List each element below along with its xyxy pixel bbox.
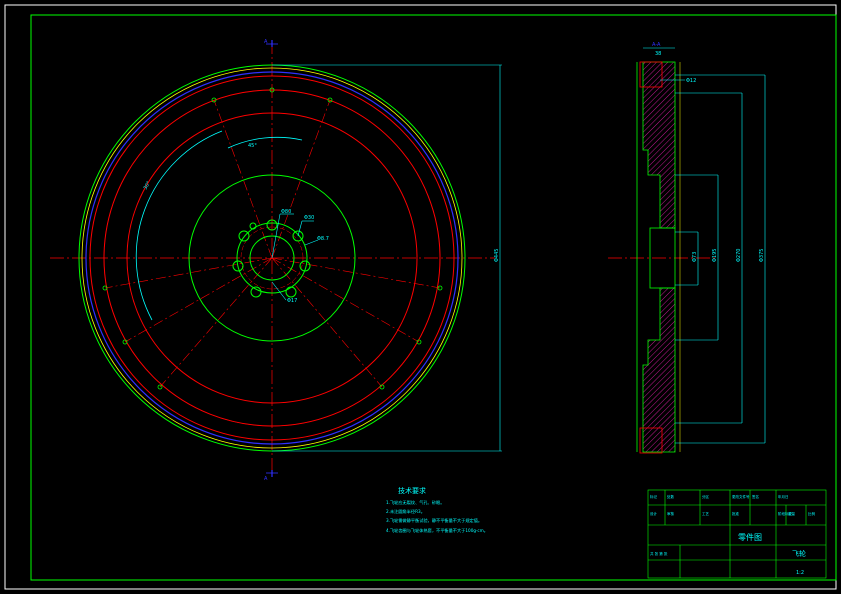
dim-side-d1: Φ73 [692,252,698,262]
drawing-title: 零件图 [738,532,762,542]
cad-drawing: 45° 30° Φ80 Φ30 Φ8.7 Φ17 A A Φ445 A-A 38… [4,4,837,590]
front-view: 45° 30° Φ80 Φ30 Φ8.7 Φ17 A A Φ445 [50,39,502,482]
svg-text:分区: 分区 [702,494,710,499]
svg-text:重量: 重量 [788,511,796,516]
angle-arc-inner [227,136,303,149]
dim-hole-pcd: Φ80 [281,209,291,215]
section-mark-top: A [264,39,278,47]
svg-text:共 张 第 张: 共 张 第 张 [650,551,668,556]
note-line-2: 2.未注圆角半径R3。 [386,508,425,515]
section-mark-bottom: A [264,470,278,482]
svg-text:A: A [264,476,268,482]
dim-top-hole: Φ12 [686,78,696,84]
dim-hole-c: Φ17 [287,298,297,304]
technical-notes: 技术要求 1.飞轮应无裂纹、气孔、砂眼。 2.未注圆角半径R3。 3.飞轮需做静… [386,486,488,534]
svg-text:签名: 签名 [752,494,759,499]
side-section-view: A-A 38 Φ12 Φ73 Φ195 Φ270 Φ375 [608,42,766,454]
dim-side-width: 38 [655,51,661,57]
dim-side-d4: Φ375 [759,249,765,262]
part-name: 飞轮 [792,549,806,558]
svg-text:比例: 比例 [808,511,816,516]
hub-dim-leaders [271,213,319,301]
dim-outer-diameter: Φ445 [494,249,500,262]
side-section-label: A-A [652,42,661,48]
section-hatch-lower [642,287,676,453]
sheet-scale: 1:2 [796,570,804,576]
dim-angle-b: 30° [143,180,153,191]
svg-text:审核: 审核 [667,511,675,516]
dim-angle-a: 45° [248,143,257,149]
dim-hole-a: Φ30 [304,215,314,221]
drawing-border [30,14,837,581]
svg-text:设计: 设计 [650,511,658,516]
svg-text:A: A [264,39,268,45]
note-line-1: 1.飞轮应无裂纹、气孔、砂眼。 [386,499,444,506]
svg-text:标记: 标记 [650,494,658,499]
dim-hole-b: Φ8.7 [317,236,329,242]
svg-text:批准: 批准 [732,511,740,516]
svg-text:工艺: 工艺 [702,511,710,516]
dim-side-d2: Φ195 [712,249,718,262]
notes-title: 技术要求 [398,486,426,495]
note-line-3: 3.飞轮需做静平衡试验，静不平衡量不大于规定值。 [386,517,482,524]
svg-text:年月日: 年月日 [778,494,789,499]
note-line-4: 4.飞轮齿圈与飞轮体热套，不平衡量不大于100g·cm。 [386,527,488,534]
rim-small-holes [102,87,443,390]
angle-arc-outer [135,130,223,321]
title-block [647,489,827,579]
dim-side-d3: Φ270 [736,249,742,262]
svg-text:处数: 处数 [667,494,675,499]
svg-text:更改文件号: 更改文件号 [732,494,750,499]
